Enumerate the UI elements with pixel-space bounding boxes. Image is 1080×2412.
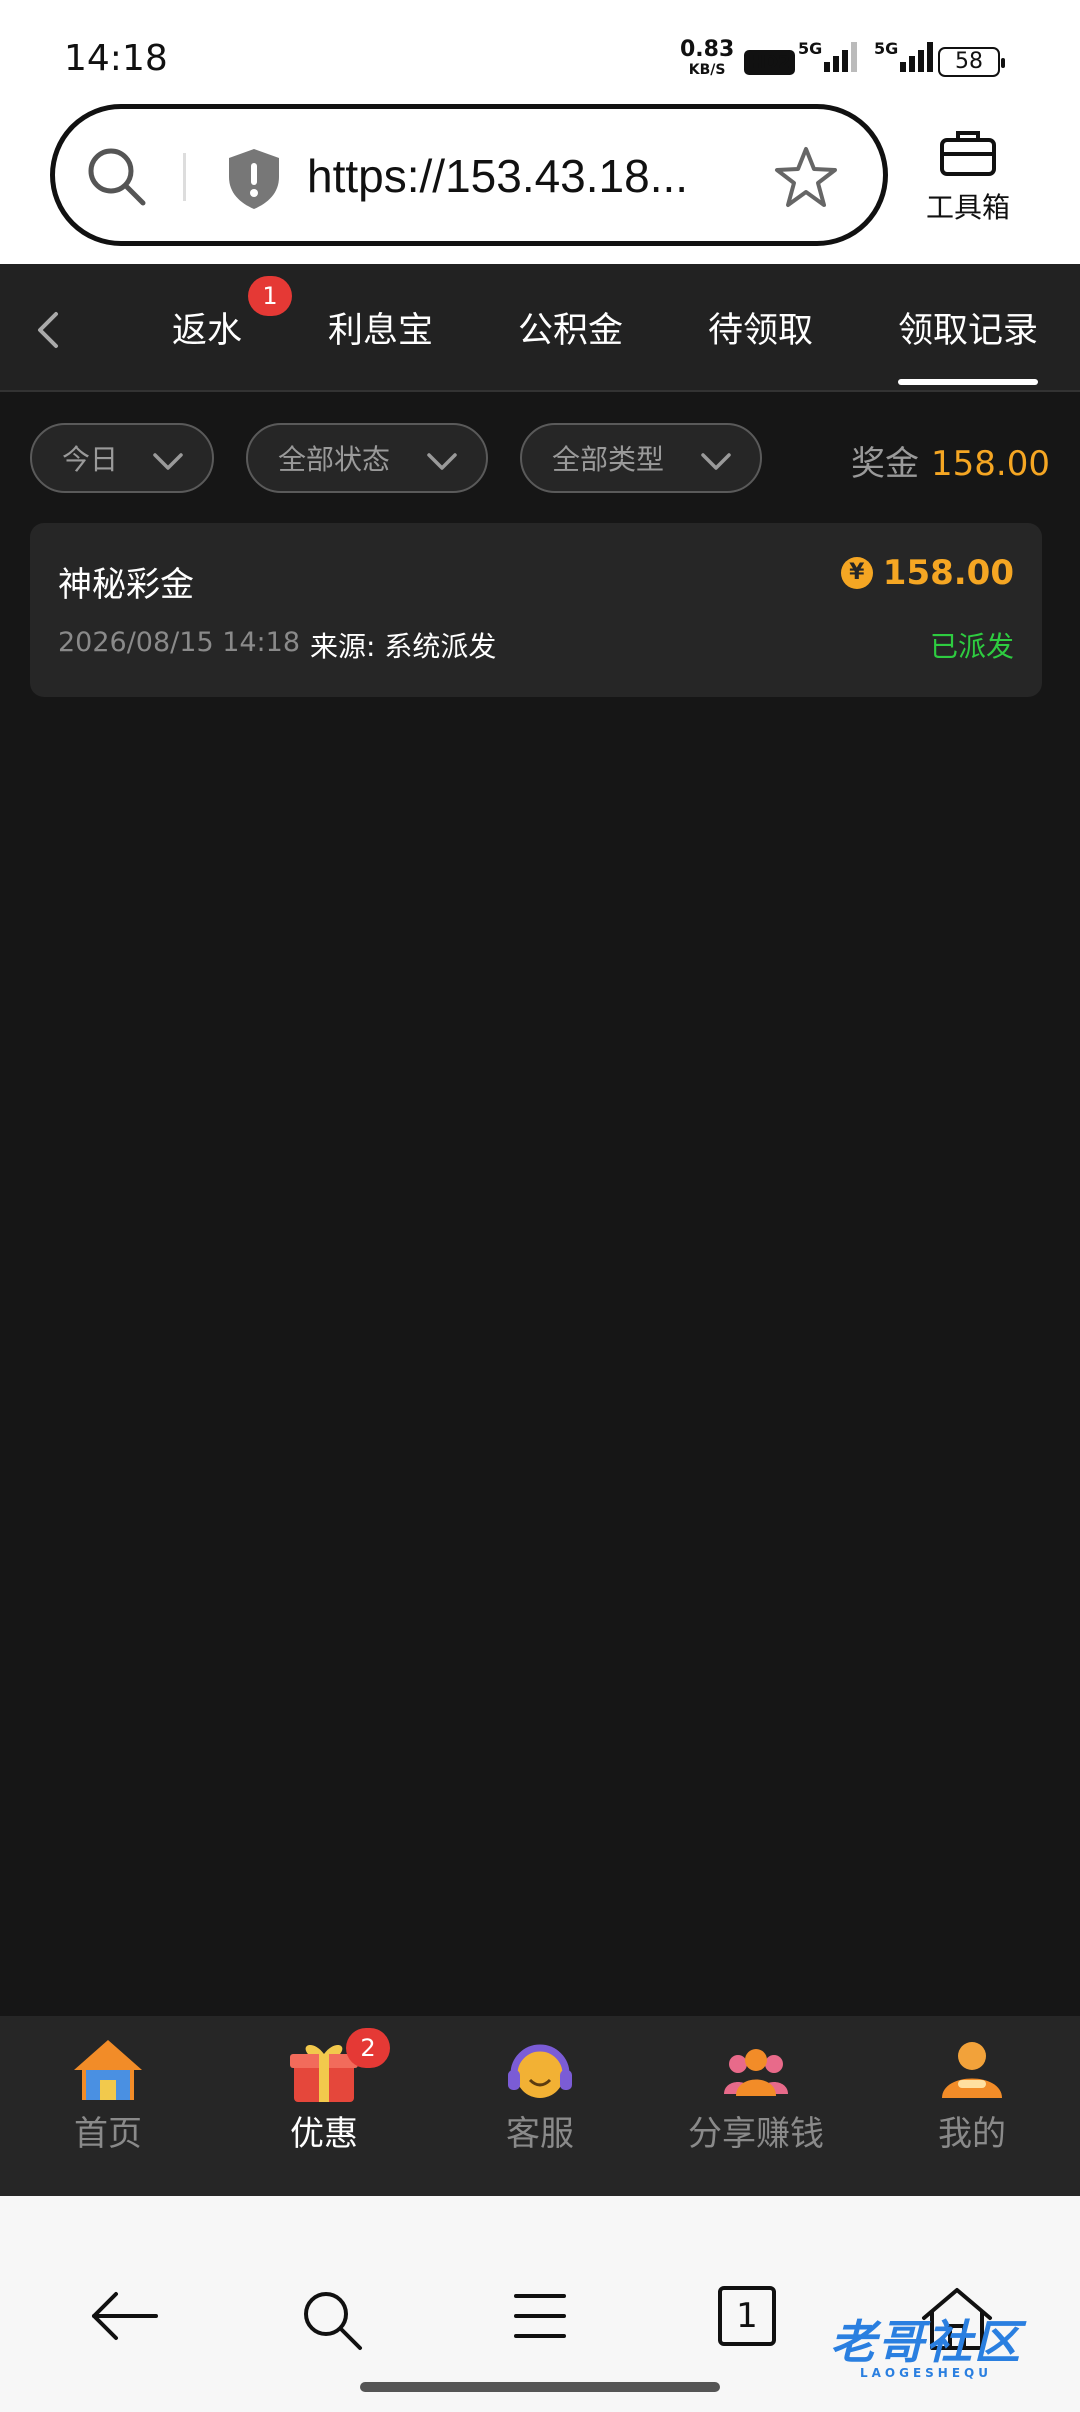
tabs-count-button[interactable]: 1 — [718, 2286, 776, 2346]
gesture-home-bar[interactable] — [360, 2382, 720, 2392]
nav-profile[interactable]: 我的 — [892, 2036, 1052, 2155]
tab-provident-fund[interactable]: 公积金 — [518, 302, 623, 353]
search-icon[interactable] — [298, 2286, 366, 2358]
tab-interest[interactable]: 利息宝 — [328, 302, 433, 353]
battery-icon: 58 — [938, 47, 1005, 77]
bonus-total: 奖金 158.00 — [851, 436, 1050, 485]
home-icon — [70, 2036, 146, 2104]
signal-icon-2: 5G — [874, 39, 934, 72]
menu-icon[interactable] — [512, 2286, 568, 2350]
record-amount: ¥ 158.00 — [840, 553, 1014, 593]
nav-profile-label: 我的 — [938, 2114, 1006, 2154]
toolbox-button[interactable]: 工具箱 — [918, 128, 1018, 226]
bonus-label: 奖金 — [851, 444, 920, 484]
bonus-value: 158.00 — [931, 444, 1050, 484]
type-filter[interactable]: 全部类型 — [520, 423, 762, 493]
tab-rebate[interactable]: 返水 — [172, 302, 242, 353]
tab-rebate-badge: 1 — [248, 276, 292, 316]
tabs-count: 1 — [718, 2286, 776, 2346]
tab-pending-label: 待领取 — [708, 311, 814, 351]
nav-support[interactable]: 客服 — [460, 2036, 620, 2155]
date-filter-label: 今日 — [62, 443, 119, 476]
record-card[interactable]: 神秘彩金 ¥ 158.00 2026/08/15 14:18 来源: 系统派发 … — [30, 523, 1042, 697]
people-icon — [718, 2036, 794, 2104]
tab-rebate-label: 返水 — [172, 311, 243, 351]
chevron-down-icon — [426, 447, 458, 480]
record-source: 来源: 系统派发 — [310, 630, 497, 663]
status-filter-label: 全部状态 — [278, 443, 391, 476]
nav-share-earn-label: 分享赚钱 — [688, 2114, 824, 2154]
nav-home[interactable]: 首页 — [28, 2036, 188, 2155]
watermark-text: 老哥社区 — [830, 2315, 1022, 2369]
net-speed-value: 0.83 — [680, 37, 735, 62]
tab-pending[interactable]: 待领取 — [708, 302, 813, 353]
date-filter[interactable]: 今日 — [30, 423, 214, 493]
record-title: 神秘彩金 — [58, 565, 194, 605]
type-filter-label: 全部类型 — [552, 443, 665, 476]
browser-toolbar: https://153.43.18... 工具箱 — [0, 100, 1080, 264]
net-speed: 0.83 KB/S — [680, 37, 735, 80]
signal-icon-1: 5G — [798, 39, 858, 72]
url-text[interactable]: https://153.43.18... — [307, 149, 688, 203]
nav-promotions-label: 优惠 — [290, 2114, 358, 2154]
record-amount-value: 158.00 — [882, 553, 1014, 593]
search-icon[interactable] — [85, 145, 149, 213]
tab-navigation: 返水 1 利息宝 公积金 待领取 领取记录 — [0, 264, 1080, 392]
nav-support-label: 客服 — [506, 2114, 574, 2154]
tab-claim-records-label: 领取记录 — [898, 311, 1039, 351]
chevron-down-icon — [700, 447, 732, 480]
toolbox-icon — [938, 131, 998, 182]
address-divider — [183, 153, 186, 201]
user-icon — [934, 2036, 1010, 2104]
back-arrow-icon[interactable] — [88, 2286, 160, 2350]
bottom-navigation: 首页 优惠 2 客服 分享赚钱 我的 — [0, 2016, 1080, 2196]
hd-badge: HD2 — [744, 50, 795, 75]
address-bar[interactable]: https://153.43.18... — [50, 104, 888, 246]
back-chevron-icon[interactable] — [30, 308, 66, 356]
tab-claim-records[interactable]: 领取记录 — [898, 302, 1039, 385]
status-time: 14:18 — [64, 38, 168, 79]
chevron-down-icon — [152, 447, 184, 480]
yuan-coin-icon: ¥ — [840, 557, 873, 589]
nav-home-label: 首页 — [74, 2114, 142, 2154]
signal2-label: 5G — [874, 39, 899, 58]
signal1-label: 5G — [798, 39, 823, 58]
tab-interest-label: 利息宝 — [328, 311, 434, 351]
nav-promotions-badge: 2 — [346, 2028, 390, 2068]
status-bar: 14:18 0.83 KB/S HD2 5G 5G 58 — [0, 0, 1080, 100]
record-status: 已派发 — [929, 630, 1014, 663]
tab-provident-label: 公积金 — [518, 311, 624, 351]
headset-icon — [502, 2036, 578, 2104]
status-filter[interactable]: 全部状态 — [246, 423, 488, 493]
net-speed-unit: KB/S — [688, 62, 726, 78]
star-icon[interactable] — [773, 145, 839, 215]
shield-icon[interactable] — [225, 147, 283, 215]
record-datetime: 2026/08/15 14:18 — [58, 627, 301, 658]
toolbox-label: 工具箱 — [925, 191, 1010, 224]
watermark-logo: 老哥社区 LAOGESHEQU — [830, 2306, 1022, 2380]
nav-share-earn[interactable]: 分享赚钱 — [676, 2036, 836, 2155]
